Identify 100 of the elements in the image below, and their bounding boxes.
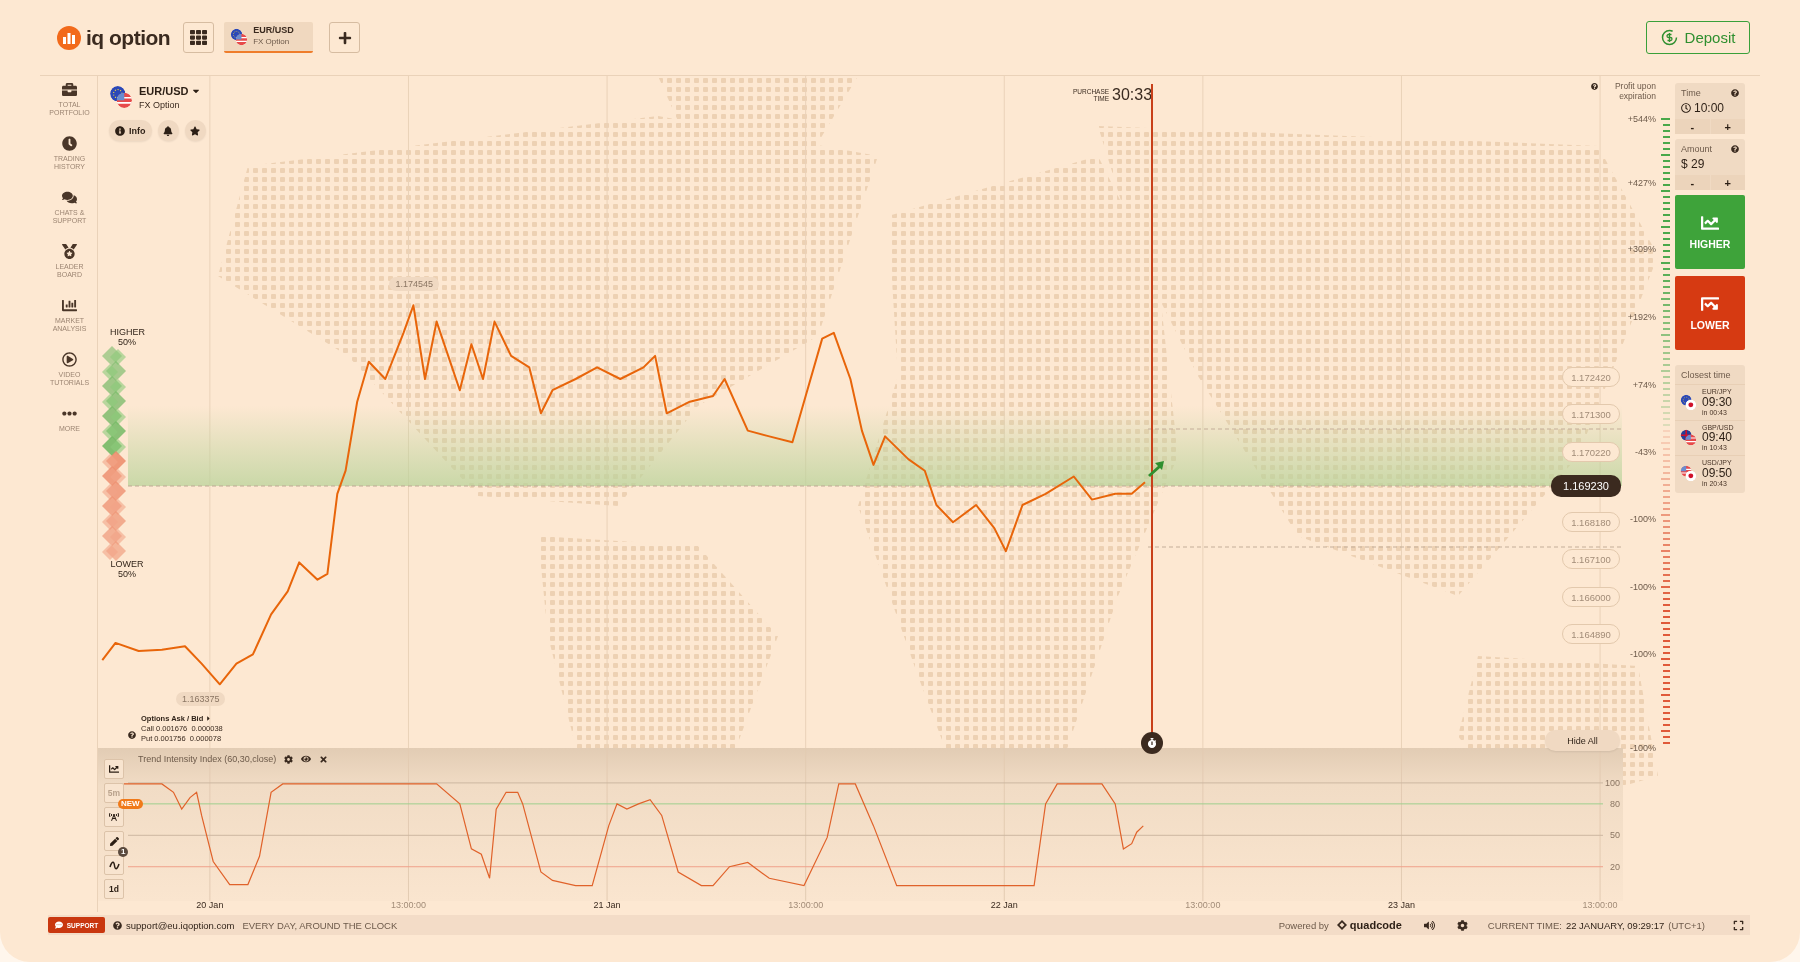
time-axis-label: 22 Jan (990, 900, 1018, 910)
support-email[interactable]: support@eu.iqoption.com (126, 919, 235, 931)
profit-percent: +544% (1627, 114, 1656, 124)
close-icon[interactable] (319, 754, 329, 764)
time-axis-label: 13:00:00 (1185, 900, 1221, 910)
chat-icon (54, 921, 63, 929)
time-axis-label: 20 Jan (196, 900, 224, 910)
tool-badge: NEW (118, 799, 143, 809)
currency-flags-icon (230, 27, 249, 46)
logo-icon (57, 25, 81, 50)
help-icon (1731, 145, 1739, 153)
profit-percent: +192% (1627, 312, 1656, 322)
low-price-label: 1.163375 (175, 692, 226, 707)
arrow-up-icon (1146, 460, 1166, 478)
higher-label: HIGHER (110, 328, 144, 338)
info-icon (115, 125, 125, 136)
indicator-level-label: 100 (1604, 777, 1620, 788)
help-icon (1591, 83, 1598, 90)
chart-tool-button[interactable] (104, 831, 124, 851)
clock-icon (62, 136, 77, 151)
info-button[interactable]: Info (109, 120, 152, 141)
profit-percent: -100% (1630, 582, 1656, 592)
price-level-label: 1.166000 (1562, 587, 1620, 607)
brand-logo-icon (1336, 920, 1347, 930)
profit-title: Profit upon expiration (1613, 81, 1656, 101)
current-time: 22 JANUARY, 09:29:17 (1565, 919, 1665, 931)
alert-button[interactable] (157, 120, 179, 141)
closest-time-title: Closest time (1680, 370, 1732, 382)
help-icon (113, 920, 122, 930)
help-icon (128, 731, 136, 739)
plus-icon (337, 30, 352, 45)
settings-icon[interactable] (1456, 919, 1468, 931)
time-axis-label: 23 Jan (1387, 900, 1415, 910)
increase-button[interactable]: + (1710, 175, 1745, 190)
indicator-level-label: 50 (1610, 830, 1620, 841)
hide-all-button[interactable]: Hide All (1545, 730, 1620, 751)
profit-percent: -100% (1630, 743, 1656, 753)
add-tab-button[interactable] (329, 22, 361, 53)
tool-badge: 1 (118, 847, 129, 857)
current-time-label: CURRENT TIME: (1487, 919, 1562, 931)
layout-grid-button[interactable] (183, 22, 215, 53)
lower-button[interactable]: LOWER (1675, 276, 1745, 350)
medal-icon (62, 244, 77, 259)
profit-percent: -100% (1630, 649, 1656, 659)
settings-icon[interactable] (284, 754, 294, 764)
profit-percent: -100% (1630, 514, 1656, 524)
brand-name: quadcode (1349, 919, 1402, 931)
eye-icon[interactable] (301, 754, 312, 764)
falling-chart-icon (1701, 295, 1719, 313)
purchase-timer: 30:33 (1112, 86, 1153, 104)
profit-percent: +74% (1632, 380, 1656, 390)
timezone: (UTC+1) (1668, 919, 1705, 931)
asset-tab[interactable]: EUR/USD FX Option (224, 22, 314, 53)
rising-chart-icon (1701, 214, 1719, 232)
powered-by-label: Powered by (1278, 919, 1329, 931)
price-level-label: 1.171300 (1562, 404, 1620, 424)
chat-icon (62, 190, 77, 205)
decrease-button[interactable]: - (1675, 119, 1710, 134)
currency-flags-icon (1680, 393, 1697, 411)
decrease-button[interactable]: - (1675, 175, 1710, 190)
price-level-label: 1.168180 (1562, 512, 1620, 532)
lower-percent: 50% (117, 569, 137, 580)
bar-chart-icon (62, 298, 77, 313)
increase-button[interactable]: + (1710, 119, 1745, 134)
time-axis-label: 21 Jan (593, 900, 621, 910)
indicator-level-label: 80 (1610, 798, 1620, 809)
fullscreen-icon[interactable] (1733, 919, 1744, 931)
stopwatch-icon (1147, 738, 1157, 748)
brand-name: iq option (86, 25, 171, 50)
lower-label: LOWER (110, 560, 144, 570)
price-level-label: 1.172420 (1562, 367, 1620, 387)
sound-icon[interactable] (1423, 919, 1435, 931)
briefcase-icon (62, 82, 77, 97)
pen-icon (109, 836, 119, 846)
broadcast-icon (109, 812, 119, 822)
indicator-level-label: 20 (1610, 861, 1620, 872)
time-axis-label: 13:00:00 (390, 900, 426, 910)
time-field[interactable]: Time 10:00 - + (1675, 83, 1745, 134)
higher-percent: 50% (117, 337, 137, 348)
amount-field[interactable]: Amount $ 29 - + (1675, 139, 1745, 190)
chart-tool-button[interactable]: 1d (104, 879, 124, 899)
support-hours: EVERY DAY, AROUND THE CLOCK (242, 919, 398, 931)
profit-percent: +427% (1627, 178, 1656, 188)
profit-percent: -43% (1635, 447, 1656, 457)
grid-icon (190, 29, 208, 46)
asset-type: FX Option (139, 100, 181, 110)
price-level-label: 1.170220 (1562, 442, 1620, 462)
currency-flags-icon (1680, 464, 1697, 482)
indicator-title: Trend Intensity Index (60,30,close) (138, 754, 277, 764)
chart-tool-button[interactable] (104, 759, 124, 779)
profit-percent: +309% (1627, 244, 1656, 254)
timer-button[interactable] (1141, 732, 1163, 754)
asset-selector[interactable]: EUR/USD (139, 85, 201, 97)
chart-tool-button[interactable] (104, 807, 124, 827)
line-chart-icon (109, 764, 119, 774)
favorite-button[interactable] (184, 120, 206, 141)
chart-tool-button[interactable] (104, 855, 124, 875)
dollar-cycle-icon (1660, 29, 1678, 46)
star-icon (190, 125, 200, 136)
time-axis-label: 13:00:00 (1582, 900, 1618, 910)
